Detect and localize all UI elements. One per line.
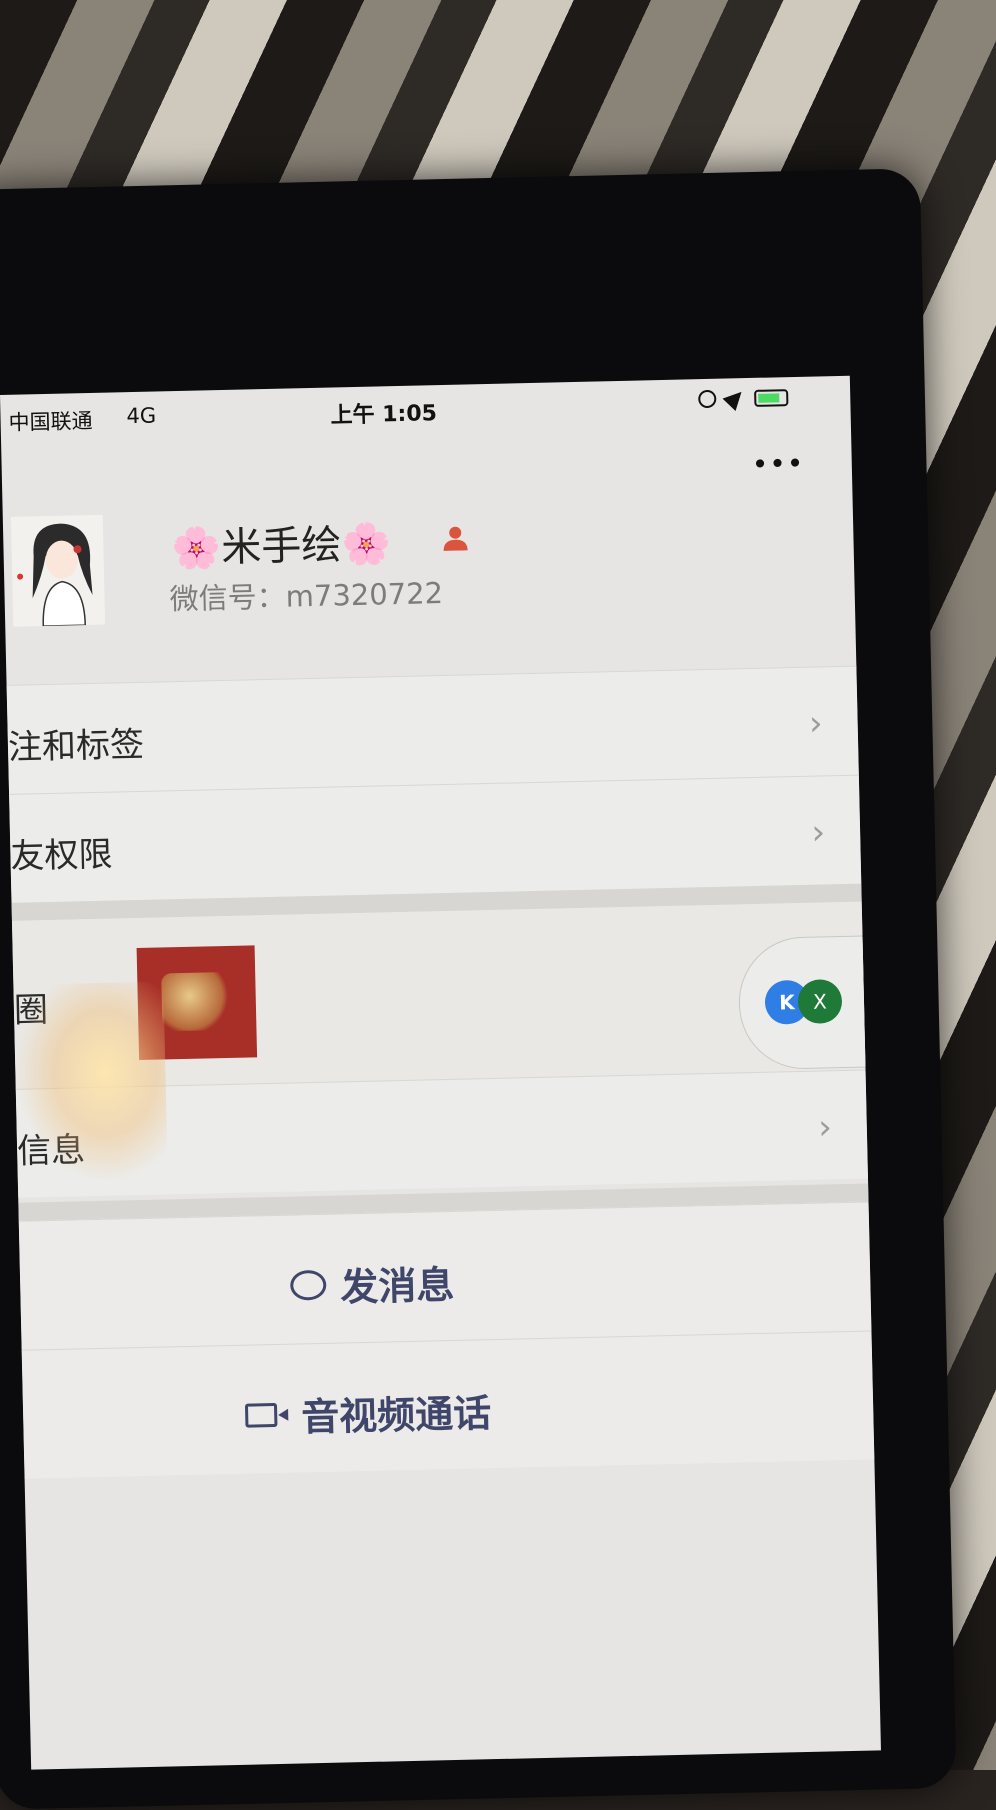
network-label: 4G <box>126 403 157 429</box>
more-info-section: 信息 › <box>15 1069 868 1198</box>
wechat-id-value: m7320722 <box>285 576 444 614</box>
video-call-content: 音视频通话 <box>244 1382 492 1443</box>
row-label: 信息 <box>16 1130 86 1172</box>
flower-icon: 🌸 <box>340 521 392 569</box>
display-name: 🌸米手绘🌸 <box>171 511 392 574</box>
row-label: 圈 <box>13 990 49 1031</box>
list-row-more-info[interactable]: 信息 › <box>15 1069 868 1198</box>
status-time: 上午 1:05 <box>330 401 438 429</box>
send-message-button[interactable]: 发消息 <box>18 1201 872 1350</box>
avatar[interactable] <box>10 514 106 627</box>
floating-widget[interactable]: K X <box>737 934 881 1071</box>
status-icons <box>698 385 789 412</box>
video-call-button[interactable]: 音视频通话 <box>21 1330 875 1479</box>
list-row-friend-permissions[interactable]: 友权限 › <box>9 774 862 903</box>
location-icon <box>722 385 748 412</box>
send-message-label: 发消息 <box>339 1262 455 1310</box>
battery-icon <box>754 388 789 407</box>
video-camera-icon <box>244 1402 278 1428</box>
row-label: 友权限 <box>10 834 113 877</box>
wechat-id-label: 微信号： <box>169 579 287 617</box>
video-call-label: 音视频通话 <box>300 1391 492 1440</box>
chat-bubble-icon <box>289 1269 327 1301</box>
row-label: 注和标签 <box>7 724 145 768</box>
moments-thumbnail[interactable] <box>136 945 258 1061</box>
list-row-moments[interactable]: 圈 <box>11 901 866 1090</box>
flower-icon: 🌸 <box>171 525 222 573</box>
chevron-right-icon: › <box>811 812 826 853</box>
more-button[interactable]: ••• <box>751 447 804 481</box>
profile-badge-icon <box>443 526 468 551</box>
send-message-content: 发消息 <box>289 1254 455 1313</box>
chevron-right-icon: › <box>817 1107 833 1148</box>
wechat-id: 微信号：m7320722 <box>169 570 443 618</box>
list-row-remarks-tags[interactable]: 注和标签 › <box>6 665 859 794</box>
display-name-text: 米手绘 <box>220 522 342 572</box>
settings-list: 注和标签 › 友权限 › <box>6 665 862 903</box>
rotation-lock-icon <box>698 389 717 409</box>
app-x-icon: X <box>797 979 843 1025</box>
phone-screen: 中国联通 4G 上午 1:05 ••• 🌸米手绘🌸 微信号：m7320722 注… <box>0 375 881 1770</box>
chevron-right-icon: › <box>808 703 824 744</box>
carrier-label: 中国联通 <box>8 408 93 435</box>
